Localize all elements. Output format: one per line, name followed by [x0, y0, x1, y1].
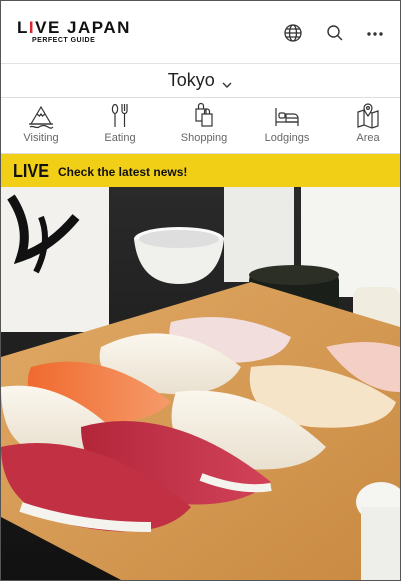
city-selector[interactable]: Tokyo: [1, 64, 400, 98]
nav-shopping[interactable]: Shopping: [169, 102, 239, 144]
city-label: Tokyo: [167, 70, 215, 90]
site-logo[interactable]: LIVE JAPAN PERFECT GUIDE: [17, 19, 131, 44]
nav-eating[interactable]: Eating: [85, 102, 155, 144]
mountain-icon: [29, 105, 54, 129]
hero-image[interactable]: [1, 187, 400, 580]
app-frame: LIVE JAPAN PERFECT GUIDE Tokyo Visiting …: [0, 0, 401, 581]
chevron-down-icon: [221, 77, 233, 88]
shopping-bag-icon: [195, 102, 213, 127]
bed-icon: [275, 108, 299, 126]
news-text: Check the latest news!: [58, 165, 188, 179]
search-icon[interactable]: [325, 23, 345, 43]
header: LIVE JAPAN PERFECT GUIDE: [1, 1, 400, 64]
map-pin-icon: [357, 103, 379, 129]
news-banner[interactable]: LIVE Check the latest news!: [1, 154, 400, 187]
live-label: LIVE: [13, 161, 50, 181]
utensils-icon: [111, 103, 128, 127]
nav-lodgings[interactable]: Lodgings: [252, 102, 322, 144]
category-nav: Visiting Eating Shopping Lodgings Area: [1, 98, 400, 154]
more-icon[interactable]: [365, 23, 385, 43]
nav-visiting[interactable]: Visiting: [6, 102, 76, 144]
sushi-photo: [1, 187, 400, 580]
nav-area[interactable]: Area: [333, 102, 400, 144]
globe-icon[interactable]: [283, 23, 303, 43]
